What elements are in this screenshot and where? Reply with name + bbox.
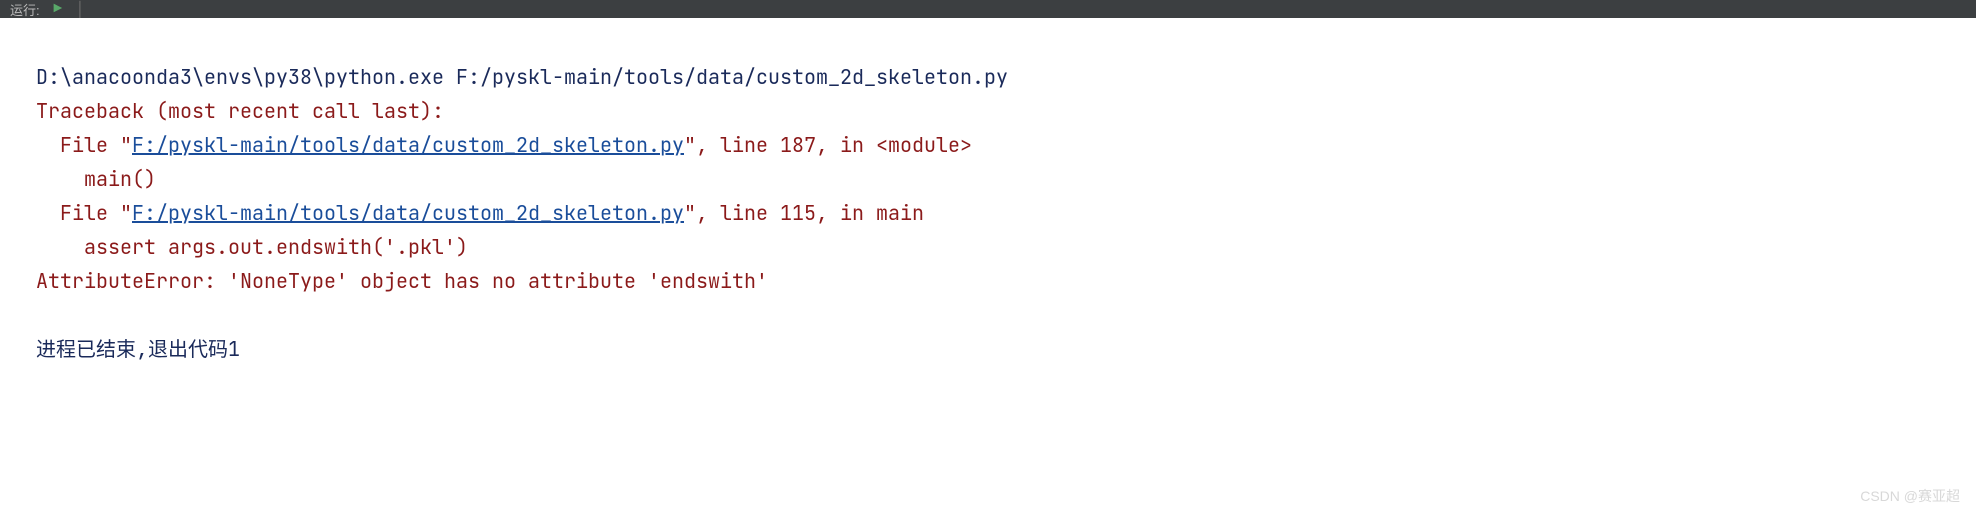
play-icon[interactable]: ▶	[54, 0, 62, 18]
frame1-suffix: ", line 187, in <module>	[684, 132, 972, 158]
traceback-header: Traceback (most recent call last):	[36, 98, 444, 124]
console-gutter	[0, 18, 28, 512]
traceback-frame-1: File "F:/pyskl-main/tools/data/custom_2d…	[36, 132, 972, 158]
frame2-code: assert args.out.endswith('.pkl')	[36, 234, 468, 260]
error-message: AttributeError: 'NoneType' object has no…	[36, 268, 768, 294]
frame1-code: main()	[36, 166, 156, 192]
run-toolbar: 运行: ▶ │	[0, 0, 1976, 18]
file-link-2[interactable]: F:/pyskl-main/tools/data/custom_2d_skele…	[132, 200, 684, 226]
traceback-frame-2: File "F:/pyskl-main/tools/data/custom_2d…	[36, 200, 924, 226]
watermark: CSDN @赛亚超	[1860, 486, 1960, 506]
toolbar-separator: │	[76, 1, 84, 18]
file-link-1[interactable]: F:/pyskl-main/tools/data/custom_2d_skele…	[132, 132, 684, 158]
frame2-prefix: File "	[36, 200, 132, 226]
command-line: D:\anacoonda3\envs\py38\python.exe F:/py…	[36, 64, 1008, 90]
frame2-suffix: ", line 115, in main	[684, 200, 924, 226]
toolbar-run-label: 运行:	[10, 0, 40, 19]
console-output[interactable]: D:\anacoonda3\envs\py38\python.exe F:/py…	[30, 18, 1976, 512]
exit-message: 进程已结束,退出代码1	[36, 336, 240, 362]
frame1-prefix: File "	[36, 132, 132, 158]
